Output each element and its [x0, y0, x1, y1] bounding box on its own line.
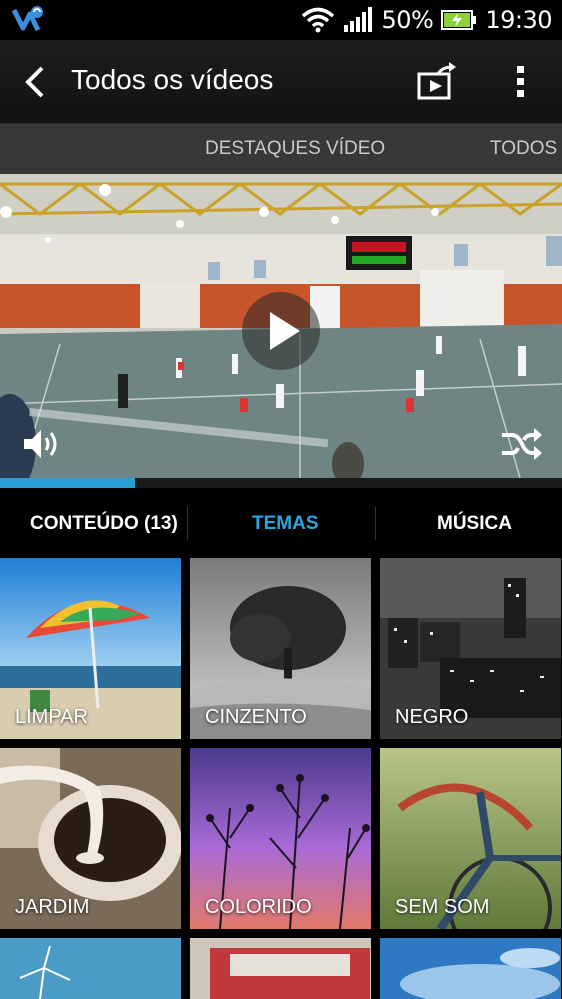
battery-charging-icon — [441, 10, 477, 30]
video-progress-bar[interactable] — [0, 478, 562, 488]
play-button[interactable] — [242, 292, 320, 370]
shuffle-icon[interactable] — [500, 427, 542, 461]
clock: 19:30 — [485, 6, 552, 34]
theme-tile-cinzento[interactable]: CINZENTO — [190, 558, 371, 739]
theme-label: SEM SOM — [395, 896, 490, 918]
tab-content[interactable]: CONTEÚDO (13) — [30, 513, 178, 535]
theme-tile-partial[interactable] — [0, 938, 181, 999]
wifi-icon — [302, 7, 335, 33]
theme-tile-partial[interactable] — [190, 938, 371, 999]
battery-percent: 50% — [381, 6, 434, 34]
theme-label: JARDIM — [15, 896, 90, 918]
theme-tile-jardim[interactable]: JARDIM — [0, 748, 181, 929]
theme-tile-colorido[interactable]: COLORIDO — [190, 748, 371, 929]
theme-grid: LIMPAR CINZENTO NEGRO JARDIM COLORIDO SE… — [0, 558, 562, 999]
page-title: Todos os vídeos — [71, 64, 274, 95]
clouds-image — [380, 938, 561, 999]
app-notification-icon — [11, 6, 43, 32]
theme-label: COLORIDO — [205, 896, 312, 918]
signal-icon — [344, 7, 373, 32]
theme-tile-partial[interactable] — [380, 938, 561, 999]
share-icon[interactable] — [416, 62, 460, 102]
theme-label: NEGRO — [395, 706, 469, 728]
tab-music[interactable]: MÚSICA — [437, 513, 512, 535]
theme-tile-limpar[interactable]: LIMPAR — [0, 558, 181, 739]
theme-label: LIMPAR — [15, 706, 88, 728]
action-bar: Todos os vídeos — [0, 40, 562, 124]
theme-label: CINZENTO — [205, 706, 307, 728]
video-progress-fill — [0, 478, 135, 488]
volume-icon[interactable] — [22, 427, 62, 461]
play-icon — [270, 312, 300, 350]
theme-tile-negro[interactable]: NEGRO — [380, 558, 561, 739]
video-preview[interactable] — [0, 174, 562, 478]
tab-divider — [375, 506, 376, 540]
theme-tabs: CONTEÚDO (13) TEMAS MÚSICA — [0, 488, 562, 558]
tab-themes[interactable]: TEMAS — [252, 513, 319, 535]
theme-tile-sem-som[interactable]: SEM SOM — [380, 748, 561, 929]
status-bar: 50% 19:30 — [0, 0, 562, 40]
vintage-car-image — [190, 938, 371, 999]
back-arrow-icon[interactable] — [20, 64, 50, 100]
overflow-menu-icon[interactable] — [506, 62, 536, 102]
tab-all[interactable]: TODOS — [490, 138, 557, 160]
tab-video-highlights[interactable]: DESTAQUES VÍDEO — [205, 138, 385, 160]
wind-turbine-image — [0, 938, 181, 999]
tab-divider — [187, 506, 188, 540]
sub-tabs: DESTAQUES VÍDEO TODOS — [0, 124, 562, 174]
